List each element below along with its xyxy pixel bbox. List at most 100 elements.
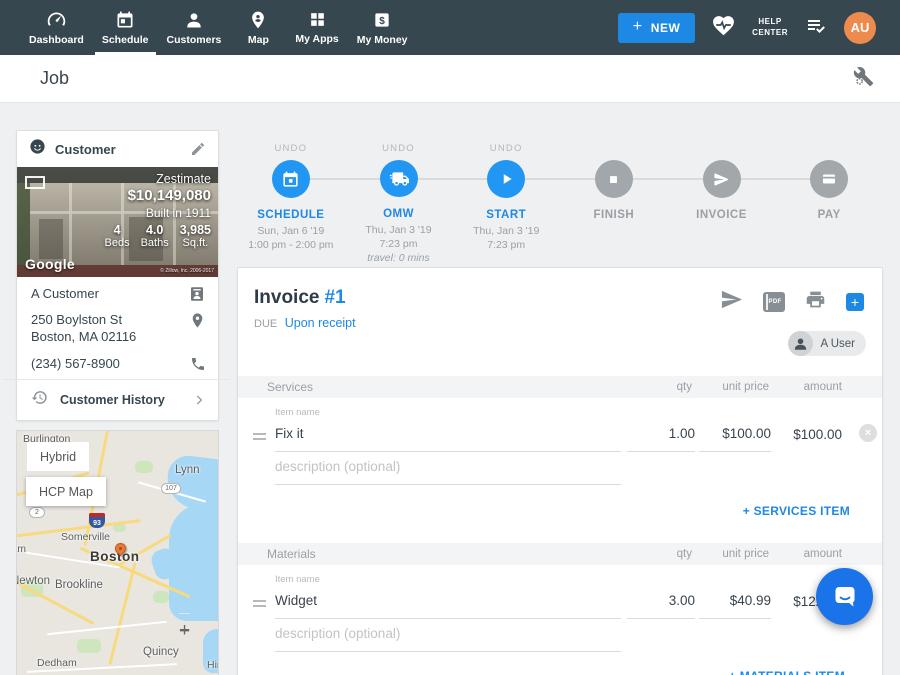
edit-pencil-icon[interactable] — [190, 141, 206, 157]
health-heart-icon[interactable] — [711, 13, 736, 43]
chat-widget-button[interactable] — [816, 568, 873, 625]
user-avatar[interactable]: AU — [844, 12, 876, 44]
remove-service-item-button[interactable]: × — [859, 424, 877, 442]
job-tools-icon[interactable] — [853, 66, 874, 92]
customer-history-row[interactable]: Customer History — [17, 380, 218, 420]
zillow-copyright: © Zillow, Inc. 2006-2017 — [160, 268, 214, 274]
service-qty-input[interactable] — [627, 425, 695, 452]
omw-step-button[interactable] — [380, 160, 418, 197]
top-nav: Dashboard Schedule Customers Map My Apps… — [0, 0, 900, 55]
pay-step-button[interactable] — [810, 160, 848, 198]
add-invoice-button[interactable]: + — [846, 293, 864, 311]
finish-step-button[interactable] — [595, 160, 633, 198]
nav-item-label: My Apps — [295, 33, 338, 45]
customer-name: A Customer — [31, 286, 99, 301]
address-line2: Boston, MA 02116 — [31, 329, 136, 344]
invoice-number: #1 — [324, 287, 345, 308]
due-value-link[interactable]: Upon receipt — [285, 316, 356, 330]
timeline-step-schedule: UNDO SCHEDULE Sun, Jan 6 '191:00 pm - 2:… — [237, 130, 345, 265]
nav-item-label: Dashboard — [29, 34, 84, 46]
route-107-shield: 107 — [161, 483, 181, 494]
contact-card-icon[interactable] — [188, 284, 206, 303]
material-item-name-input[interactable] — [275, 592, 621, 619]
materials-section-header: Materials qty unit price amount — [238, 543, 882, 565]
built-year: Built in 1911 — [105, 206, 212, 220]
map-label-waltham: Waltham — [16, 543, 26, 555]
svg-text:$: $ — [379, 15, 385, 26]
nav-item-customers[interactable]: Customers — [158, 0, 231, 55]
map-label-somerville: Somerville — [61, 531, 110, 543]
nav-item-my-money[interactable]: $ My Money — [348, 0, 417, 55]
service-description-input[interactable] — [275, 458, 621, 485]
map-label-dedham: Dedham — [37, 657, 77, 669]
interstate-93-shield: 93 — [89, 513, 105, 528]
timeline-step-invoice: INVOICE — [668, 130, 776, 265]
item-name-label: Item name — [275, 574, 320, 585]
service-item-name-input[interactable] — [275, 425, 621, 452]
material-qty-input[interactable] — [627, 592, 695, 619]
invoice-step-button[interactable] — [703, 160, 741, 198]
customer-history-label: Customer History — [60, 393, 165, 407]
play-icon — [497, 170, 515, 188]
plus-icon: + — [633, 18, 643, 36]
nav-item-map[interactable]: Map — [230, 0, 286, 55]
zestimate-value: $10,149,080 — [105, 187, 212, 204]
drag-handle[interactable] — [253, 433, 266, 443]
drag-handle[interactable] — [253, 600, 266, 610]
send-icon — [713, 171, 730, 188]
nav-item-label: My Money — [357, 34, 408, 46]
map-widget[interactable]: Burlington Lynn Somerville Waltham Bosto… — [16, 430, 219, 675]
app-root: Dashboard Schedule Customers Map My Apps… — [0, 0, 900, 675]
customer-card-header: Customer — [17, 131, 218, 167]
assignee-name: A User — [820, 338, 855, 350]
new-button-label: NEW — [651, 21, 681, 35]
print-icon[interactable] — [805, 289, 826, 315]
help-center-line2: CENTER — [752, 28, 788, 38]
apps-grid-icon — [308, 10, 327, 29]
add-materials-item-link[interactable]: + MATERIALS ITEM — [729, 669, 845, 675]
nav-item-label: Map — [248, 34, 269, 46]
zoom-out-button[interactable]: − — [179, 613, 190, 649]
phone-icon[interactable] — [190, 355, 206, 372]
start-step-button[interactable] — [487, 160, 525, 198]
customer-card-title: Customer — [55, 142, 116, 157]
add-services-item-link[interactable]: + SERVICES ITEM — [743, 504, 850, 518]
hcp-map-button[interactable]: HCP Map — [26, 477, 106, 506]
service-unit-price-input[interactable] — [699, 425, 771, 452]
nav-item-dashboard[interactable]: Dashboard — [20, 0, 93, 55]
invoice-actions: PDF + — [720, 288, 864, 316]
streetview-frame-icon — [25, 176, 45, 189]
send-invoice-icon[interactable] — [720, 288, 743, 316]
help-center-line1: HELP — [752, 17, 788, 27]
zestimate-label: Zestimate — [105, 172, 212, 186]
invoice-card: Invoice#1 DUE Upon receipt PDF + A User … — [237, 267, 883, 675]
chevron-right-icon — [192, 393, 206, 407]
map-label-hingham: Hingham — [207, 659, 219, 671]
assignee-chip[interactable]: A User — [788, 331, 866, 356]
schedule-step-button[interactable] — [272, 160, 310, 198]
new-button[interactable]: + NEW — [618, 13, 695, 43]
zestimate-overlay: Zestimate $10,149,080 Built in 1911 4Bed… — [105, 172, 212, 249]
undo-schedule-link[interactable]: UNDO — [274, 143, 307, 154]
map-type-hybrid-button[interactable]: Hybrid — [26, 442, 89, 471]
checklist-icon[interactable] — [804, 13, 828, 42]
map-pin-icon — [248, 10, 268, 30]
help-center-link[interactable]: HELP CENTER — [752, 17, 788, 38]
customer-address: 250 Boylston St Boston, MA 02116 — [31, 311, 136, 345]
route-2-shield: 2 — [29, 507, 45, 518]
location-pin-icon[interactable] — [189, 311, 206, 329]
nav-item-my-apps[interactable]: My Apps — [286, 0, 347, 55]
pdf-icon[interactable]: PDF — [763, 292, 785, 312]
timeline-step-pay: PAY — [775, 130, 883, 265]
map-label-quincy: Quincy — [143, 646, 179, 658]
undo-start-link[interactable]: UNDO — [490, 143, 523, 154]
job-timeline: UNDO SCHEDULE Sun, Jan 6 '191:00 pm - 2:… — [237, 130, 883, 265]
material-description-input[interactable] — [275, 625, 621, 652]
page-title: Job — [40, 68, 69, 89]
assignee-avatar — [788, 331, 813, 356]
nav-item-schedule[interactable]: Schedule — [93, 0, 158, 55]
nav-right-cluster: + NEW HELP CENTER AU — [618, 0, 900, 55]
material-unit-price-input[interactable] — [699, 592, 771, 619]
undo-omw-link[interactable]: UNDO — [382, 143, 415, 154]
service-amount: $100.00 — [793, 427, 842, 442]
